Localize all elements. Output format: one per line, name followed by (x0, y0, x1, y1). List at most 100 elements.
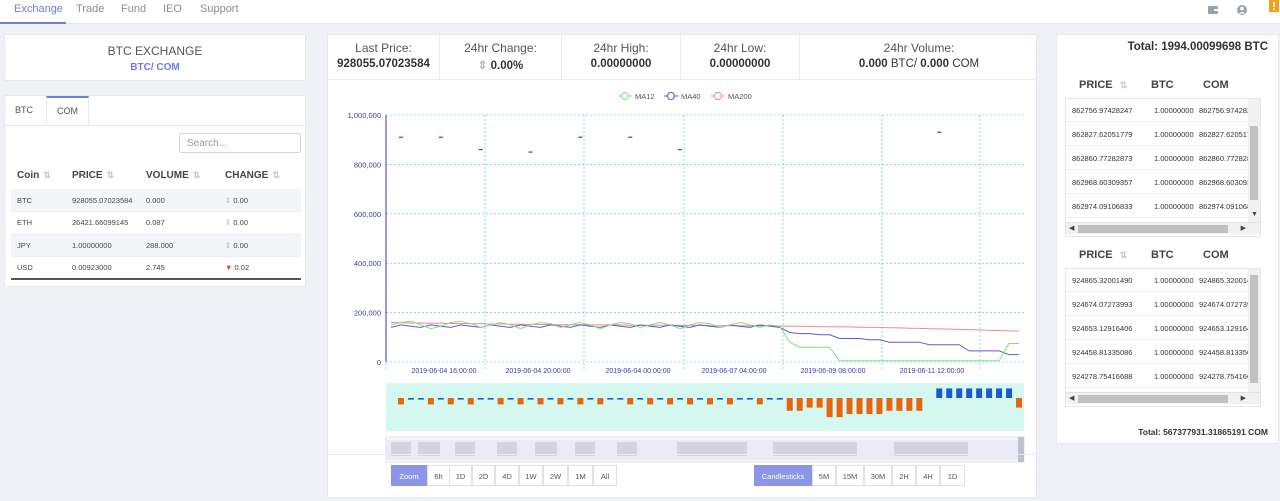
navigator-selection (386, 440, 1024, 460)
vertical-scrollbar[interactable] (1248, 269, 1260, 392)
scroll-left-icon[interactable]: ◀ (1069, 224, 1074, 232)
volume-bar (407, 398, 414, 400)
volume-bar (667, 398, 674, 405)
order-row[interactable]: 862974.09106833 1.00000000 862974.09106833 (1066, 195, 1260, 218)
volume-bar (687, 398, 694, 405)
sort-icon[interactable]: ⇅ (1120, 80, 1128, 90)
top-navigation: Exchange Trade Fund IEO Support (0, 0, 1280, 24)
order-btc: 1.00000000 (1154, 300, 1194, 309)
buy-orders-list[interactable]: 924865.32001490 1.00000000 924865.32001490… (1065, 268, 1261, 407)
sort-icon[interactable]: ⇅ (272, 170, 280, 180)
change-cell: ⇕ 0.00 (219, 233, 301, 257)
zoom-1d-button[interactable]: 1D (449, 465, 472, 486)
scroll-left-icon[interactable]: ◀ (1069, 394, 1074, 402)
order-row[interactable]: 862756.97428247 1.00000000 862756.97428247 (1066, 99, 1260, 122)
scroll-thumb[interactable] (1078, 395, 1228, 403)
search-input[interactable] (179, 133, 301, 153)
candle-30m-button[interactable]: 30M (864, 465, 892, 486)
col-volume[interactable]: VOLUME ⇅ (140, 162, 219, 189)
sort-icon[interactable]: ⇅ (107, 170, 115, 180)
horizontal-scrollbar[interactable]: ◀ ▶ (1066, 222, 1260, 234)
scroll-right-icon[interactable]: ▶ (1241, 394, 1246, 402)
scroll-thumb[interactable] (1250, 275, 1258, 383)
nav-tab-trade[interactable]: Trade (76, 3, 104, 15)
candle-5m-button[interactable]: 5M (812, 465, 836, 486)
x-tick-label: 2019-06-04 00:00:00 (606, 368, 671, 375)
price-chart[interactable]: MA12 MA40 MA200 1,000,000 800,000 600,000 400,… (328, 80, 1036, 495)
table-row[interactable]: JPY 1.00000000 288.000 ⇕ 0.00 (11, 233, 301, 257)
table-row[interactable]: USD 0.00923000 2.745 ▼ 0.02 (11, 256, 301, 280)
navigator-handle (1018, 437, 1024, 462)
x-tick-label: 2019-06-04 16:00:00 (412, 368, 477, 375)
sell-orders-list[interactable]: 862756.97428247 1.00000000 862756.97428247… (1065, 98, 1261, 237)
horizontal-scrollbar[interactable]: ◀ ▶ (1066, 392, 1260, 404)
zoom-2d-button[interactable]: 2D (472, 465, 495, 486)
volume-bar (936, 388, 943, 398)
zoom-6h-button[interactable]: 6h (427, 465, 450, 486)
nav-tab-support[interactable]: Support (200, 3, 239, 15)
candle-2h-button[interactable]: 2H (892, 465, 916, 486)
volume-bar (497, 398, 504, 405)
sell-col-btc: BTC (1151, 79, 1174, 91)
zoom-all-button[interactable]: All (593, 465, 617, 486)
candle-15m-button[interactable]: 15M (836, 465, 864, 486)
exchange-header-panel: BTC EXCHANGE BTC/ COM (4, 34, 306, 81)
volume-bar (607, 398, 614, 400)
nav-tab-fund[interactable]: Fund (121, 3, 146, 15)
col-price[interactable]: PRICE ⇅ (66, 162, 140, 189)
table-row[interactable]: ETH 26421.66099145 0.087 ⇕ 0.00 (11, 211, 301, 234)
order-row[interactable]: 924653.12916406 1.00000000 924653.12916406 (1066, 317, 1260, 340)
volume-bar (477, 398, 484, 400)
sort-icon[interactable]: ⇅ (193, 170, 201, 180)
volume-bar (976, 388, 983, 398)
order-row[interactable]: 862860.77282873 1.00000000 862860.77282873 (1066, 147, 1260, 170)
order-row[interactable]: 862968.60309357 1.00000000 862968.60309357 (1066, 171, 1260, 194)
order-price: 924278.75416688 (1072, 372, 1133, 381)
scroll-thumb[interactable] (1250, 126, 1258, 200)
exchange-pair: BTC/ COM (130, 62, 180, 73)
stat-24h-high: 24hr High: 0.00000000 (590, 41, 652, 70)
order-price: 924865.32001490 (1072, 276, 1133, 285)
tab-com[interactable]: COM (46, 96, 89, 125)
order-row[interactable]: 924278.75416688 1.00000000 924278.75416688 (1066, 365, 1260, 388)
scroll-thumb[interactable] (1078, 225, 1228, 233)
volume-bar (836, 398, 843, 418)
order-row[interactable]: 924865.32001490 1.00000000 924865.32001490 (1066, 269, 1260, 292)
volume-bar (796, 398, 803, 411)
vertical-scrollbar[interactable]: ▼ (1248, 99, 1260, 222)
candle-1d-button[interactable]: 1D (940, 465, 965, 486)
coin-table: Coin ⇅ PRICE ⇅ VOLUME ⇅ CHANGE ⇅ BTC 928055.… (11, 162, 301, 280)
volume-bar (427, 398, 434, 405)
zoom-4d-button[interactable]: 4D (495, 465, 519, 486)
volume-bar (886, 398, 893, 411)
user-icon[interactable] (1236, 4, 1248, 16)
sort-icon[interactable]: ⇅ (1120, 250, 1128, 260)
order-row[interactable]: 924674.07273993 1.00000000 924674.07273993 (1066, 293, 1260, 316)
nav-tab-exchange[interactable]: Exchange (14, 3, 63, 15)
order-row[interactable]: 924458.81335086 1.00000000 924458.81335086 (1066, 341, 1260, 364)
zoom-1m-button[interactable]: 1M (568, 465, 593, 486)
buy-col-price[interactable]: PRICE ⇅ (1079, 249, 1127, 261)
candle-4h-button[interactable]: 4H (916, 465, 940, 486)
scroll-right-icon[interactable]: ▶ (1241, 224, 1246, 232)
volume-cell: 288.000 (140, 233, 219, 257)
zoom-button[interactable]: Zoom (391, 465, 427, 486)
candlesticks-button[interactable]: Candlesticks (754, 465, 812, 486)
scroll-down-icon[interactable]: ▼ (1251, 211, 1258, 218)
tab-divider (5, 125, 305, 126)
zoom-1w-button[interactable]: 1W (519, 465, 543, 486)
notification-icon[interactable] (1268, 0, 1280, 12)
wallet-icon[interactable] (1207, 4, 1219, 16)
volume-bar (657, 398, 664, 400)
sell-col-price[interactable]: PRICE ⇅ (1079, 79, 1127, 91)
col-change[interactable]: CHANGE ⇅ (219, 162, 301, 189)
table-row[interactable]: BTC 928055.07023584 0.000 ⇕ 0.00 (11, 188, 301, 212)
nav-tab-ieo[interactable]: IEO (163, 3, 182, 15)
sort-icon[interactable]: ⇅ (43, 170, 51, 180)
volume-bar (766, 398, 773, 400)
zoom-2w-button[interactable]: 2W (543, 465, 568, 486)
order-row[interactable]: 862827.62051779 1.00000000 862827.62051779 (1066, 123, 1260, 146)
price-cell: 0.00923000 (66, 256, 140, 280)
col-coin[interactable]: Coin ⇅ (11, 162, 66, 189)
tab-btc[interactable]: BTC (5, 96, 43, 125)
